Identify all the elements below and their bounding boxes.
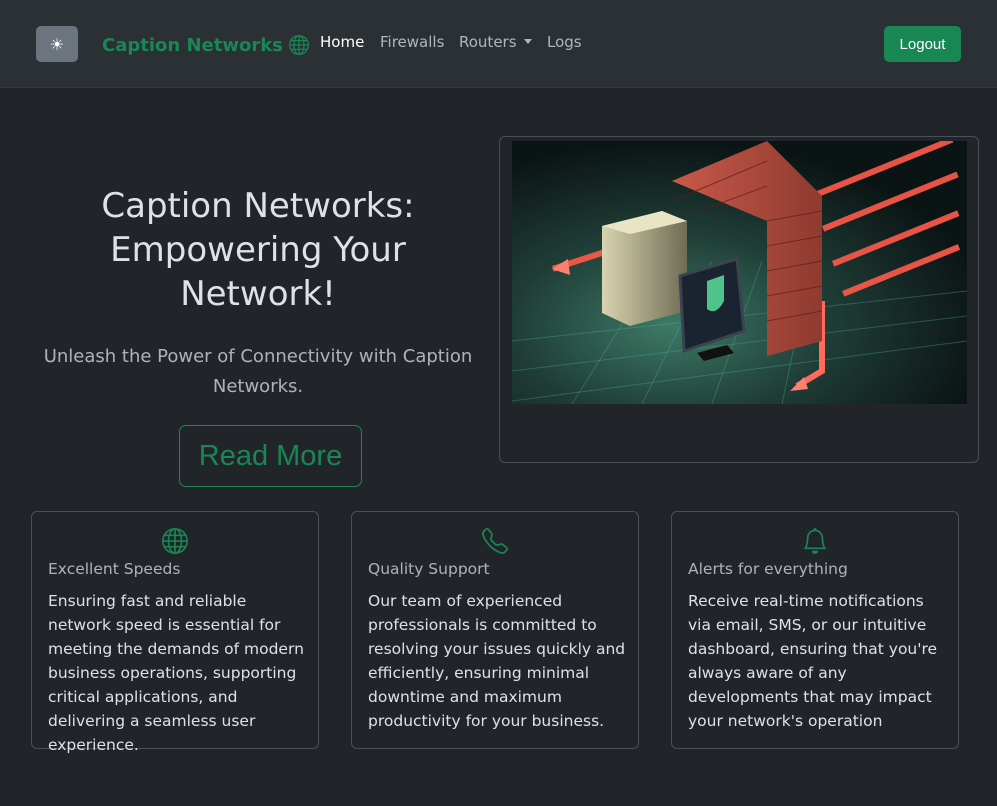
feature-card-speeds: Excellent Speeds Ensuring fast and relia… <box>31 511 319 754</box>
brand-link[interactable]: Caption Networks <box>102 31 309 59</box>
theme-toggle-button[interactable]: ☀ <box>36 26 78 62</box>
phone-icon <box>481 527 509 558</box>
logout-button[interactable]: Logout <box>884 26 961 62</box>
feature-title: Excellent Speeds <box>48 560 181 578</box>
nav-home[interactable]: Home <box>320 33 364 51</box>
nav-routers-dropdown[interactable]: Routers <box>459 33 532 51</box>
feature-text: Our team of experienced professionals is… <box>368 592 626 730</box>
top-navbar: ☀ Caption Networks Home Firewalls Router… <box>0 0 997 88</box>
feature-text: Ensuring fast and reliable network speed… <box>48 592 304 754</box>
caret-down-icon <box>523 39 532 44</box>
hero-subtitle: Unleash the Power of Connectivity with C… <box>43 346 473 397</box>
firewall-illustration <box>512 141 967 404</box>
read-more-button[interactable]: Read More <box>179 425 362 487</box>
sun-icon: ☀ <box>49 34 65 54</box>
nav-logs[interactable]: Logs <box>547 33 582 51</box>
feature-title: Quality Support <box>368 560 490 578</box>
hero-title: Caption Networks: Empowering Your Networ… <box>101 186 415 314</box>
nav-routers-label: Routers <box>459 33 517 51</box>
feature-title: Alerts for everything <box>688 560 848 578</box>
globe-icon <box>288 35 309 55</box>
feature-card-alerts: Alerts for everything Receive real-time … <box>671 511 959 749</box>
bell-icon <box>802 527 828 558</box>
hero-image-card <box>499 136 979 463</box>
feature-card-support: Quality Support Our team of experienced … <box>351 511 639 749</box>
feature-text: Receive real-time notifications via emai… <box>688 592 938 730</box>
nav-firewalls[interactable]: Firewalls <box>380 33 444 51</box>
globe-icon <box>162 528 188 558</box>
brand-name: Caption Networks <box>102 34 283 56</box>
